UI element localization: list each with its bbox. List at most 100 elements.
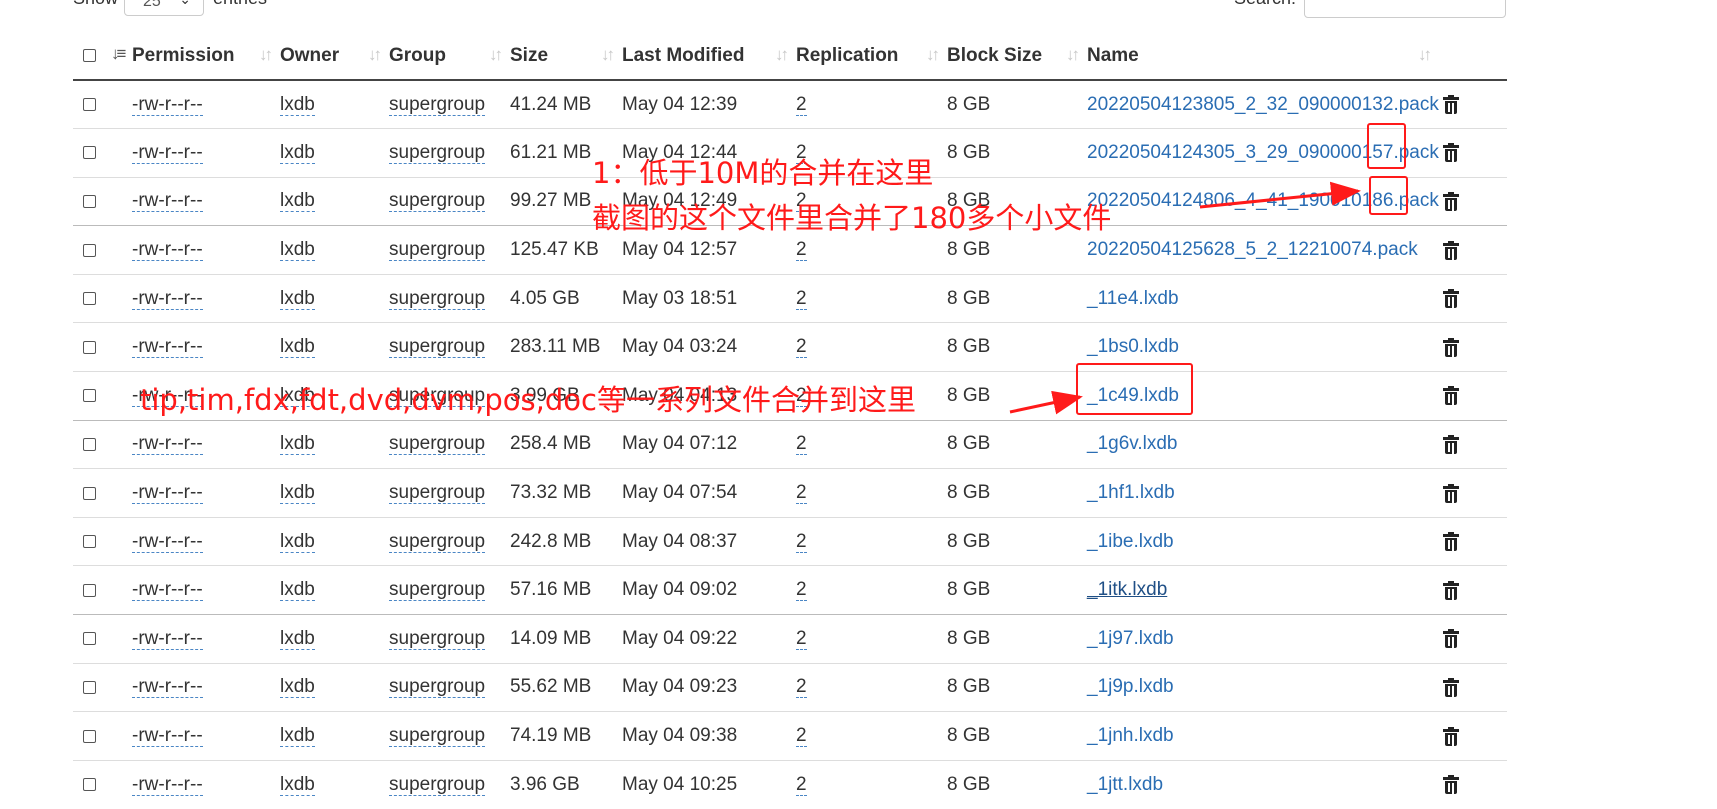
replication-link[interactable]: 2 bbox=[796, 482, 807, 505]
permission-link[interactable]: -rw-r--r-- bbox=[132, 93, 203, 116]
row-checkbox[interactable] bbox=[83, 194, 96, 208]
file-name-link[interactable]: _1bs0.lxdb bbox=[1087, 336, 1179, 357]
replication-link[interactable]: 2 bbox=[796, 725, 807, 748]
group-link[interactable]: supergroup bbox=[389, 627, 486, 650]
row-checkbox[interactable] bbox=[83, 389, 96, 403]
column-header-replication[interactable]: Replication ↓↑ bbox=[796, 32, 947, 81]
replication-link[interactable]: 2 bbox=[796, 530, 807, 553]
permission-link[interactable]: -rw-r--r-- bbox=[132, 725, 203, 748]
group-link[interactable]: supergroup bbox=[389, 676, 486, 699]
file-name-link[interactable]: _1jnh.lxdb bbox=[1087, 725, 1174, 746]
file-name-link[interactable]: _1jtt.lxdb bbox=[1087, 774, 1163, 795]
owner-link[interactable]: lxdb bbox=[280, 530, 315, 553]
replication-link[interactable]: 2 bbox=[796, 627, 807, 650]
group-link[interactable]: supergroup bbox=[389, 141, 486, 164]
owner-link[interactable]: lxdb bbox=[280, 93, 315, 116]
trash-icon[interactable] bbox=[1443, 337, 1459, 361]
trash-icon[interactable] bbox=[1443, 191, 1459, 215]
owner-link[interactable]: lxdb bbox=[280, 773, 315, 796]
replication-link[interactable]: 2 bbox=[796, 773, 807, 796]
column-header-block-size[interactable]: Block Size ↓↑ bbox=[947, 32, 1087, 81]
row-checkbox[interactable] bbox=[83, 437, 96, 451]
file-name-link[interactable]: 20220504125628_5_2_12210074.pack bbox=[1087, 239, 1418, 260]
select-all-header[interactable]: ↓≡ bbox=[73, 32, 132, 81]
permission-link[interactable]: -rw-r--r-- bbox=[132, 579, 203, 602]
group-link[interactable]: supergroup bbox=[389, 579, 486, 602]
owner-link[interactable]: lxdb bbox=[280, 287, 315, 310]
trash-icon[interactable] bbox=[1443, 580, 1459, 604]
row-checkbox[interactable] bbox=[83, 778, 96, 792]
trash-icon[interactable] bbox=[1443, 434, 1459, 458]
file-name-link[interactable]: _11e4.lxdb bbox=[1087, 288, 1179, 309]
column-header-name[interactable]: Name ↓↑ bbox=[1087, 32, 1439, 81]
row-checkbox[interactable] bbox=[83, 486, 96, 500]
group-link[interactable]: supergroup bbox=[389, 725, 486, 748]
owner-link[interactable]: lxdb bbox=[280, 239, 315, 262]
file-name-link[interactable]: 20220504123805_2_32_090000132.pack bbox=[1087, 94, 1439, 115]
file-name-link[interactable]: _1j9p.lxdb bbox=[1087, 676, 1174, 697]
replication-link[interactable]: 2 bbox=[796, 676, 807, 699]
row-checkbox[interactable] bbox=[83, 632, 96, 646]
trash-icon[interactable] bbox=[1443, 143, 1459, 167]
owner-link[interactable]: lxdb bbox=[280, 482, 315, 505]
file-name-link[interactable]: _1itk.lxdb bbox=[1087, 579, 1167, 600]
trash-icon[interactable] bbox=[1443, 775, 1459, 799]
permission-link[interactable]: -rw-r--r-- bbox=[132, 287, 203, 310]
owner-link[interactable]: lxdb bbox=[280, 190, 315, 213]
permission-link[interactable]: -rw-r--r-- bbox=[132, 190, 203, 213]
permission-link[interactable]: -rw-r--r-- bbox=[132, 530, 203, 553]
row-checkbox[interactable] bbox=[83, 243, 96, 257]
group-link[interactable]: supergroup bbox=[389, 93, 486, 116]
file-name-link[interactable]: _1g6v.lxdb bbox=[1087, 433, 1178, 454]
owner-link[interactable]: lxdb bbox=[280, 336, 315, 359]
row-checkbox[interactable] bbox=[83, 729, 96, 743]
group-link[interactable]: supergroup bbox=[389, 336, 486, 359]
owner-link[interactable]: lxdb bbox=[280, 725, 315, 748]
row-checkbox[interactable] bbox=[83, 583, 96, 597]
group-link[interactable]: supergroup bbox=[389, 239, 486, 262]
search-input[interactable] bbox=[1304, 0, 1506, 18]
column-header-last-modified[interactable]: Last Modified ↓↑ bbox=[622, 32, 796, 81]
owner-link[interactable]: lxdb bbox=[280, 676, 315, 699]
permission-link[interactable]: -rw-r--r-- bbox=[132, 676, 203, 699]
replication-link[interactable]: 2 bbox=[796, 336, 807, 359]
group-link[interactable]: supergroup bbox=[389, 433, 486, 456]
column-header-size[interactable]: Size ↓↑ bbox=[510, 32, 622, 81]
select-all-checkbox[interactable] bbox=[83, 48, 96, 62]
entries-select[interactable]: 25 ⌄ bbox=[124, 0, 204, 16]
group-link[interactable]: supergroup bbox=[389, 530, 486, 553]
trash-icon[interactable] bbox=[1443, 629, 1459, 653]
group-link[interactable]: supergroup bbox=[389, 287, 486, 310]
file-name-link[interactable]: _1hf1.lxdb bbox=[1087, 482, 1175, 503]
row-checkbox[interactable] bbox=[83, 680, 96, 694]
trash-icon[interactable] bbox=[1443, 95, 1459, 119]
trash-icon[interactable] bbox=[1443, 532, 1459, 556]
trash-icon[interactable] bbox=[1443, 240, 1459, 264]
permission-link[interactable]: -rw-r--r-- bbox=[132, 336, 203, 359]
group-link[interactable]: supergroup bbox=[389, 773, 486, 796]
column-header-owner[interactable]: Owner ↓↑ bbox=[280, 32, 389, 81]
trash-icon[interactable] bbox=[1443, 386, 1459, 410]
row-checkbox[interactable] bbox=[83, 292, 96, 306]
column-header-permission[interactable]: Permission ↓↑ bbox=[132, 32, 280, 81]
group-link[interactable]: supergroup bbox=[389, 482, 486, 505]
trash-icon[interactable] bbox=[1443, 483, 1459, 507]
permission-link[interactable]: -rw-r--r-- bbox=[132, 141, 203, 164]
replication-link[interactable]: 2 bbox=[796, 287, 807, 310]
column-header-group[interactable]: Group ↓↑ bbox=[389, 32, 510, 81]
replication-link[interactable]: 2 bbox=[796, 93, 807, 116]
owner-link[interactable]: lxdb bbox=[280, 627, 315, 650]
row-checkbox[interactable] bbox=[83, 146, 96, 160]
replication-link[interactable]: 2 bbox=[796, 433, 807, 456]
owner-link[interactable]: lxdb bbox=[280, 141, 315, 164]
owner-link[interactable]: lxdb bbox=[280, 579, 315, 602]
group-link[interactable]: supergroup bbox=[389, 190, 486, 213]
row-checkbox[interactable] bbox=[83, 340, 96, 354]
replication-link[interactable]: 2 bbox=[796, 239, 807, 262]
trash-icon[interactable] bbox=[1443, 677, 1459, 701]
owner-link[interactable]: lxdb bbox=[280, 433, 315, 456]
permission-link[interactable]: -rw-r--r-- bbox=[132, 627, 203, 650]
row-checkbox[interactable] bbox=[83, 98, 96, 112]
file-name-link[interactable]: _1j97.lxdb bbox=[1087, 628, 1174, 649]
file-name-link[interactable]: _1ibe.lxdb bbox=[1087, 531, 1174, 552]
